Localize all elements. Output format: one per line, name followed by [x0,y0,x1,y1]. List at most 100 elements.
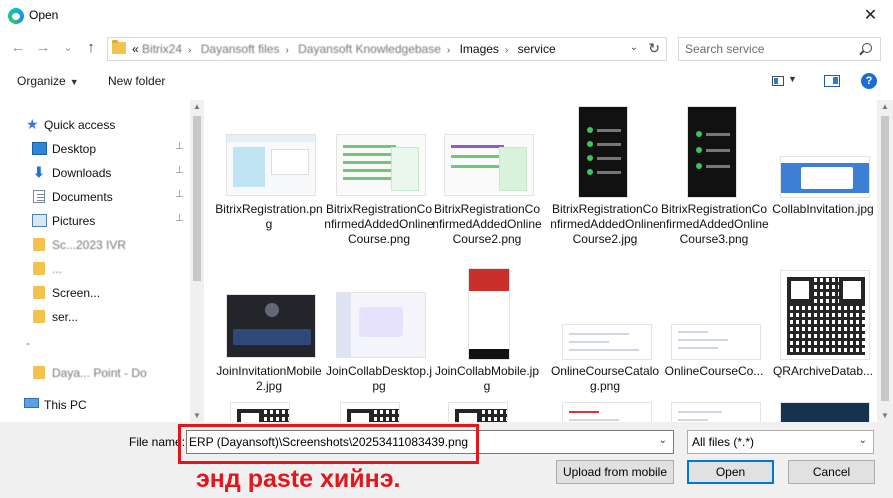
open-button[interactable]: Open [687,460,774,484]
sidebar-item-label: This PC [44,398,87,412]
file-thumbnail [444,134,534,196]
change-view-icon[interactable] [772,76,784,86]
folder-icon [33,238,45,251]
scroll-up-icon[interactable]: ▲ [881,102,889,111]
new-folder-button[interactable]: New folder [108,74,165,88]
sidebar-item-desktop[interactable]: Desktop ⊥ [0,138,190,160]
file-type-select[interactable]: All files (*.*) ⌄ [687,430,874,454]
file-thumbnail [340,402,400,422]
pin-icon: ⊥ [175,141,184,152]
preview-pane-icon[interactable] [824,75,840,87]
sidebar-item-folder[interactable]: Sc...2023 IVR [0,234,190,256]
pin-icon: ⊥ [175,189,184,200]
window-title: Open [29,8,59,22]
chevron-down-icon[interactable]: ⌄ [659,435,667,446]
sidebar-item-separator: - [0,332,190,354]
breadcrumb-item[interactable]: Dayansoft Knowledgebase [298,42,441,56]
desktop-icon [32,142,47,155]
file-thumbnail [780,270,870,360]
search-box[interactable] [678,37,881,61]
file-thumbnail [448,402,508,422]
file-thumbnail [687,106,737,198]
back-arrow-icon[interactable]: ← [8,38,28,58]
organize-label: Organize [17,74,66,88]
sidebar-item-label: Desktop [52,142,97,156]
refresh-icon[interactable]: ↻ [648,40,660,57]
sidebar-item-documents[interactable]: Documents ⊥ [0,186,190,208]
file-thumbnail [780,402,870,422]
folder-icon [33,262,45,275]
folder-icon [33,286,45,299]
scroll-down-icon[interactable]: ▼ [881,411,889,420]
breadcrumb-item[interactable]: Dayansoft files [201,42,280,56]
chevron-down-icon: ⌄ [858,435,867,446]
file-name: BitrixRegistrationConfirmedAddedOnlineCo… [324,202,434,246]
sidebar-item-label: Documents [52,190,113,204]
address-bar[interactable]: « Bitrix24 › Dayansoft files › Dayansoft K… [107,37,667,61]
sidebar-item-downloads[interactable]: ⬇ Downloads ⊥ [0,162,190,184]
sidebar-item-quick-access[interactable]: ★ Quick access [0,114,190,136]
file-name-label: File name: [129,435,186,449]
title-bar: Open ✕ [0,0,893,32]
pin-icon: ⊥ [175,213,184,224]
file-name: BitrixRegistration.png [215,202,323,231]
search-icon[interactable] [862,43,872,53]
navigation-pane: ★ Quick access Desktop ⊥ ⬇ Downloads ⊥ D… [0,100,204,422]
sidebar-item-label: Quick access [44,118,116,132]
highlight-box [178,424,479,464]
organize-menu[interactable]: Organize ▼ [17,74,79,88]
forward-arrow-icon[interactable]: → [33,38,53,58]
view-caret-down-icon[interactable]: ▼ [788,74,797,84]
recent-locations-chevron-icon[interactable]: ⌄ [58,38,78,58]
sidebar-item-sharepoint[interactable]: Daya... Point - Do [0,362,190,384]
command-toolbar: Organize ▼ New folder ▼ ? [0,68,893,96]
file-thumbnail [671,324,761,360]
file-name: JoinCollabDesktop.jpg [325,364,433,393]
sidebar-item-this-pc[interactable]: This PC [0,394,190,416]
documents-icon [33,190,45,203]
help-icon[interactable]: ? [861,73,877,89]
scroll-up-icon[interactable]: ▲ [193,102,201,111]
up-arrow-icon[interactable]: ↑ [81,38,101,58]
pc-icon [24,398,39,408]
sidebar-scroll-thumb[interactable] [193,116,201,281]
cancel-button[interactable]: Cancel [788,460,875,484]
sidebar-item-pictures[interactable]: Pictures ⊥ [0,210,190,232]
file-thumbnail [226,294,316,358]
file-type-value: All files (*.*) [692,435,755,449]
navigation-bar: ← → ⌄ ↑ « Bitrix24 › Dayansoft files › Day… [0,34,893,62]
breadcrumb-overflow[interactable]: « [132,42,139,56]
sidebar-item-folder[interactable]: Screen... [0,282,190,304]
breadcrumb[interactable]: « Bitrix24 › Dayansoft files › Dayansoft K… [132,42,556,56]
sidebar-item-label: Downloads [52,166,112,180]
close-icon[interactable]: ✕ [848,0,893,32]
sidebar-scrollbar[interactable]: ▲ ▼ [190,100,204,422]
file-thumbnail [671,402,761,422]
file-name: OnlineCourseCatalog.png [550,364,660,393]
upload-from-mobile-button[interactable]: Upload from mobile [556,460,674,484]
file-thumbnail [226,134,316,196]
sidebar-item-folder[interactable]: ser... [0,306,190,328]
file-list-scrollbar[interactable]: ▲ ▼ [877,100,893,422]
file-list-scroll-thumb[interactable] [881,116,889,401]
sidebar-item-label: Sc...2023 IVR [52,238,127,252]
file-thumbnail [578,106,628,198]
folder-icon [33,310,45,323]
breadcrumb-item-images[interactable]: Images [460,42,499,56]
file-thumbnail [562,324,652,360]
breadcrumb-item[interactable]: Bitrix24 [142,42,182,56]
breadcrumb-item-service[interactable]: service [518,42,556,56]
folder-icon [33,366,45,379]
file-name: BitrixRegistrationConfirmedAddedOnlineCo… [432,202,542,246]
download-icon: ⬇ [33,164,45,180]
sidebar-item-label: ser... [52,310,79,324]
caret-down-icon: ▼ [69,77,79,87]
pin-icon: ⊥ [175,165,184,176]
scroll-down-icon[interactable]: ▼ [193,411,201,420]
sidebar-item-folder[interactable]: ... [0,258,190,280]
file-name: BitrixRegistrationConfirmedAddedOnlineCo… [659,202,769,246]
search-input[interactable] [685,41,855,57]
file-thumbnail [562,402,652,422]
address-chevron-down-icon[interactable]: ⌄ [630,42,638,53]
file-thumbnail [336,292,426,358]
